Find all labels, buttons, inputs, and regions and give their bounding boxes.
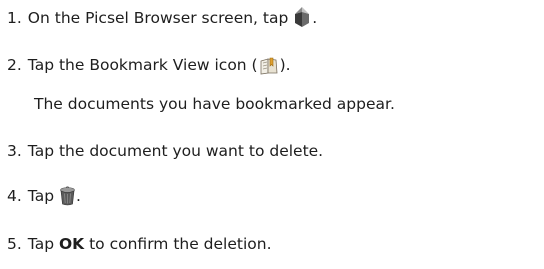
trash-icon — [59, 186, 76, 211]
picsel-home-icon — [293, 6, 312, 33]
step-5: 5. Tap OK to confirm the deletion. — [7, 234, 272, 254]
step-2-note: The documents you have bookmarked appear… — [34, 95, 395, 113]
step-number: 4. — [7, 187, 22, 205]
step-4: 4. Tap . — [7, 186, 81, 206]
step-3: 3. Tap the document you want to delete. — [7, 141, 323, 161]
step-number: 3. — [7, 142, 22, 160]
bookmark-view-icon — [258, 57, 280, 80]
instruction-steps: 1. On the Picsel Browser screen, tap . 2.… — [0, 0, 544, 269]
step-text-end: to confirm the deletion. — [89, 235, 272, 253]
step-1: 1. On the Picsel Browser screen, tap . — [7, 6, 318, 27]
step-text: Tap — [27, 235, 55, 253]
step-text: Tap — [27, 187, 55, 205]
step-text: Tap the Bookmark View icon ( — [27, 56, 258, 74]
step-number: 5. — [7, 235, 22, 253]
step-2: 2. Tap the Bookmark View icon ( ). — [7, 55, 291, 75]
step-number: 2. — [7, 56, 22, 74]
step-text: On the Picsel Browser screen, tap — [27, 9, 289, 27]
step-number: 1. — [7, 9, 22, 27]
step-text-end: ). — [279, 56, 291, 74]
step-text: Tap the document you want to delete. — [27, 142, 324, 160]
step-text-end: . — [312, 9, 318, 27]
step-text-end: . — [75, 187, 81, 205]
ok-label: OK — [58, 235, 85, 253]
